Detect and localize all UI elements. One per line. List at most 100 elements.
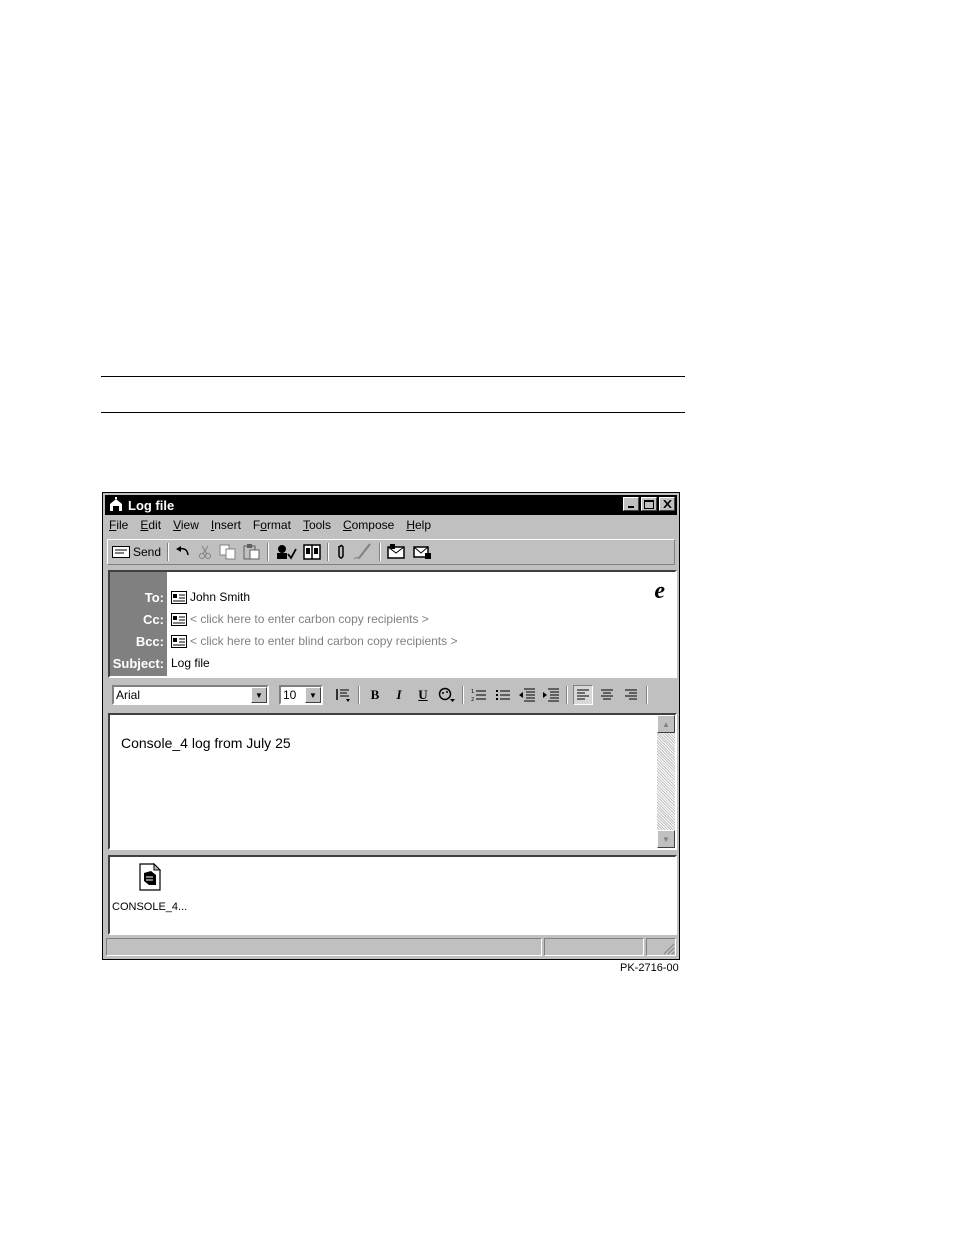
increase-indent-icon bbox=[543, 688, 559, 702]
menu-edit[interactable]: Edit bbox=[140, 518, 161, 536]
menu-file[interactable]: File bbox=[109, 518, 128, 536]
bottom-rule bbox=[101, 412, 685, 413]
status-pane-secondary bbox=[544, 938, 644, 956]
attach-button[interactable] bbox=[335, 542, 347, 562]
cc-label: Cc: bbox=[143, 612, 164, 627]
address-book-icon bbox=[303, 544, 321, 560]
font-color-icon bbox=[438, 687, 455, 702]
increase-indent-button[interactable] bbox=[541, 685, 561, 705]
scroll-up-button[interactable]: ▲ bbox=[657, 715, 675, 733]
menu-compose[interactable]: Compose bbox=[343, 518, 394, 536]
font-value: Arial bbox=[116, 688, 141, 702]
vertical-scrollbar[interactable]: ▲ ▼ bbox=[657, 715, 675, 848]
toolbar-separator bbox=[327, 543, 330, 561]
bcc-field[interactable]: < click here to enter blind carbon copy … bbox=[171, 634, 457, 648]
status-bar bbox=[106, 938, 676, 956]
bcc-label: Bcc: bbox=[135, 634, 164, 649]
menu-insert[interactable]: Insert bbox=[211, 518, 241, 536]
paste-button[interactable] bbox=[243, 542, 261, 562]
paragraph-style-icon bbox=[336, 689, 350, 702]
cut-icon bbox=[199, 545, 212, 559]
header-labels: To: Cc: Bcc: Subject: bbox=[110, 572, 167, 676]
to-field[interactable]: John Smith bbox=[171, 590, 250, 604]
subject-field[interactable]: Log file bbox=[171, 656, 210, 670]
signature-icon bbox=[353, 543, 371, 560]
scroll-down-button[interactable]: ▼ bbox=[657, 830, 675, 848]
subject-label: Subject: bbox=[112, 656, 164, 671]
signature-button[interactable] bbox=[353, 542, 373, 562]
menu-tools[interactable]: Tools bbox=[303, 518, 331, 536]
message-body-text: Console_4 log from July 25 bbox=[121, 735, 291, 751]
maximize-icon bbox=[644, 499, 654, 509]
status-pane-main bbox=[106, 938, 542, 956]
numbered-list-button[interactable]: 12 bbox=[469, 685, 489, 705]
cc-field[interactable]: < click here to enter carbon copy recipi… bbox=[171, 612, 429, 626]
attachment-file-icon[interactable] bbox=[139, 863, 161, 891]
attach-icon bbox=[338, 544, 344, 559]
svg-text:2: 2 bbox=[471, 697, 474, 702]
paragraph-style-button[interactable] bbox=[333, 685, 353, 705]
bullet-list-button[interactable] bbox=[493, 685, 513, 705]
check-names-icon bbox=[277, 545, 297, 560]
resize-grip-icon[interactable] bbox=[661, 941, 675, 955]
attachments-pane: CONSOLE_4... bbox=[108, 855, 677, 935]
toolbar-separator bbox=[167, 543, 170, 561]
address-card-icon bbox=[171, 612, 187, 626]
menu-format[interactable]: Format bbox=[253, 518, 291, 536]
address-book-button[interactable] bbox=[303, 542, 321, 562]
chevron-down-icon[interactable]: ▼ bbox=[305, 687, 321, 703]
send-icon bbox=[112, 546, 130, 558]
bold-button[interactable]: B bbox=[365, 685, 385, 705]
decrease-indent-button[interactable] bbox=[517, 685, 537, 705]
bcc-placeholder: < click here to enter blind carbon copy … bbox=[190, 634, 458, 648]
status-pane-grip bbox=[646, 938, 676, 956]
menu-bar: File Edit View Insert Format Tools Compo… bbox=[109, 518, 443, 536]
font-color-button[interactable] bbox=[437, 685, 457, 705]
font-size-select[interactable]: 10 ▼ bbox=[279, 685, 323, 705]
check-names-button[interactable] bbox=[275, 542, 297, 562]
minimize-button[interactable] bbox=[623, 497, 639, 511]
send-button[interactable]: Send bbox=[112, 542, 161, 562]
close-button[interactable] bbox=[659, 497, 675, 511]
attachment-name[interactable]: CONSOLE_4... bbox=[112, 901, 187, 913]
send-label: Send bbox=[133, 545, 162, 559]
address-card-icon bbox=[171, 590, 187, 604]
minimize-icon bbox=[628, 506, 634, 508]
font-select[interactable]: Arial ▼ bbox=[112, 685, 269, 705]
chevron-down-icon[interactable]: ▼ bbox=[251, 687, 267, 703]
toolbar-separator bbox=[566, 686, 568, 704]
italic-button[interactable]: I bbox=[389, 685, 409, 705]
encrypt-button[interactable] bbox=[413, 542, 433, 562]
maximize-button[interactable] bbox=[641, 497, 657, 511]
toolbar-separator bbox=[267, 543, 270, 561]
align-center-button[interactable] bbox=[597, 685, 617, 705]
copy-icon bbox=[219, 544, 236, 560]
figure-caption: PK-2716-00 bbox=[620, 962, 679, 974]
decrease-indent-icon bbox=[519, 688, 535, 702]
copy-button[interactable] bbox=[219, 542, 237, 562]
menu-help[interactable]: Help bbox=[406, 518, 431, 536]
top-rule bbox=[101, 376, 685, 377]
toolbar-separator bbox=[646, 686, 648, 704]
cc-placeholder: < click here to enter carbon copy recipi… bbox=[190, 612, 429, 626]
align-left-button[interactable] bbox=[573, 685, 593, 705]
encrypt-icon bbox=[413, 546, 432, 559]
title-bar[interactable]: Log file bbox=[105, 495, 677, 515]
underline-button[interactable]: U bbox=[413, 685, 433, 705]
undo-button[interactable] bbox=[175, 542, 191, 562]
align-center-icon bbox=[601, 689, 613, 700]
window-title: Log file bbox=[128, 497, 175, 513]
subject-value: Log file bbox=[171, 656, 210, 670]
digitally-sign-button[interactable] bbox=[387, 542, 407, 562]
to-label: To: bbox=[144, 590, 164, 605]
toolbar-separator bbox=[462, 686, 464, 704]
numbered-list-icon: 12 bbox=[471, 689, 486, 702]
toolbar-separator bbox=[379, 543, 382, 561]
align-right-button[interactable] bbox=[621, 685, 641, 705]
cut-button[interactable] bbox=[197, 542, 213, 562]
menu-view[interactable]: View bbox=[173, 518, 199, 536]
svg-text:1: 1 bbox=[471, 689, 474, 695]
toolbar-separator bbox=[358, 686, 360, 704]
close-icon bbox=[662, 500, 672, 508]
message-body[interactable]: Console_4 log from July 25 ▲ ▼ bbox=[108, 713, 677, 850]
